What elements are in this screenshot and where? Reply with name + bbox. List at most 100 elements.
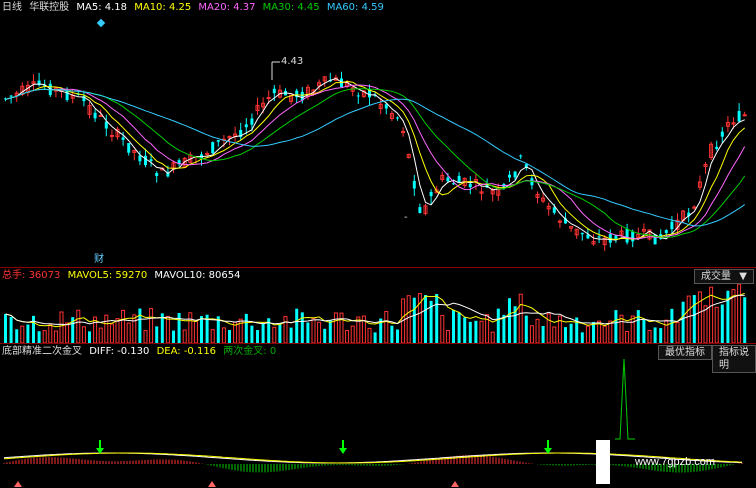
- volume-bar: [614, 310, 618, 343]
- volume-bar: [20, 325, 25, 344]
- volume-bar: [535, 318, 540, 344]
- volume-bar: [541, 326, 545, 343]
- ma10-label: MA10:: [134, 2, 166, 13]
- volume-bar: [88, 331, 91, 343]
- candle-body: [631, 231, 635, 242]
- candle-body: [9, 95, 13, 97]
- candle-body: [446, 177, 450, 182]
- volume-bar: [384, 310, 389, 344]
- volume-bar: [435, 294, 439, 343]
- volume-bar: [200, 316, 203, 343]
- candle-body: [412, 180, 416, 189]
- volume-bar: [642, 319, 646, 343]
- period-label[interactable]: 日线: [2, 2, 22, 13]
- volume-bar: [630, 315, 635, 344]
- volume-bar: [518, 293, 523, 344]
- volume-bar: [76, 309, 81, 344]
- stock-name: 华联控股: [29, 2, 70, 13]
- indicator-help-button[interactable]: 指标说明: [712, 345, 756, 373]
- volume-bar: [121, 309, 126, 344]
- ma30-legend: MA30: 4.45: [263, 2, 320, 13]
- volume-bar: [65, 322, 70, 344]
- volume-bar: [15, 329, 19, 343]
- mavol5-legend: MAVOL5: 59270: [68, 270, 148, 281]
- volume-bar: [452, 309, 455, 343]
- candlestick-chart[interactable]: [0, 0, 756, 267]
- ma20-legend: MA20: 4.37: [198, 2, 255, 13]
- volume-bar: [479, 320, 484, 344]
- candle-body: [149, 159, 153, 162]
- sell-marker-icon: [451, 481, 459, 487]
- volume-bar: [32, 315, 35, 343]
- volume-bar: [424, 295, 427, 343]
- candle-body: [742, 114, 747, 117]
- cross-value: 0: [269, 346, 277, 357]
- volume-bar: [53, 330, 58, 344]
- finance-marker[interactable]: 财: [94, 250, 104, 265]
- price-panel[interactable]: 日线 华联控股 MA5: 4.18 MA10: 4.25 MA20: 4.37 …: [0, 0, 756, 267]
- volume-panel[interactable]: 总手: 36073 MAVOL5: 59270 MAVOL10: 80654 成…: [0, 267, 756, 344]
- candle-body: [580, 232, 584, 235]
- volume-bar: [172, 330, 175, 343]
- mavol10-label: MAVOL10:: [154, 270, 206, 281]
- mavol5-label: MAVOL5:: [67, 270, 113, 281]
- candle-body: [720, 131, 724, 137]
- volume-bar: [9, 316, 13, 343]
- volume-bar: [636, 310, 640, 343]
- volume-bar: [703, 305, 708, 344]
- candle-body: [429, 191, 433, 197]
- volume-bar: [569, 323, 573, 343]
- volume-bar: [675, 322, 680, 344]
- ma-line: [5, 88, 745, 227]
- volume-bar: [155, 326, 159, 343]
- candle-body: [664, 230, 668, 234]
- volume-bar: [317, 321, 322, 344]
- volume-bar: [524, 315, 528, 343]
- candle-body: [144, 155, 147, 166]
- candle-body: [625, 228, 629, 243]
- dea-legend: DEA: -0.116: [157, 346, 217, 357]
- volume-bar: [143, 330, 148, 344]
- volume-bar: [126, 322, 131, 344]
- ma5-value: 4.18: [104, 2, 128, 13]
- volume-bar: [608, 320, 613, 344]
- volume-bar: [115, 318, 120, 344]
- volume-bar: [396, 329, 399, 343]
- volume-bar: [529, 325, 534, 344]
- volume-bar: [188, 312, 193, 344]
- volume-bar: [367, 327, 372, 344]
- volume-bar: [295, 308, 299, 343]
- ma-line: [5, 80, 746, 241]
- indicator-header: 底部精准二次金叉 DIFF: -0.130 DEA: -0.116 两次金叉: …: [2, 346, 280, 358]
- volume-bar: [26, 324, 30, 343]
- diff-label: DIFF:: [89, 346, 114, 357]
- volume-bar: [272, 326, 277, 344]
- ma60-value: 4.59: [361, 2, 384, 13]
- ma10-value: 4.25: [168, 2, 192, 13]
- candle-body: [127, 143, 131, 153]
- ma20-label: MA20:: [198, 2, 230, 13]
- best-indicator-button[interactable]: 最优指标: [658, 345, 712, 360]
- volume-bar: [737, 283, 742, 344]
- volume-bar: [720, 304, 724, 343]
- mavol5-value: 59270: [115, 270, 148, 281]
- ma10-legend: MA10: 4.25: [134, 2, 191, 13]
- candle-body: [250, 118, 254, 125]
- volume-bar: [37, 331, 41, 343]
- candle-body: [737, 111, 741, 122]
- volume-bar: [81, 326, 86, 344]
- volume-bar: [345, 330, 350, 344]
- volume-bar: [228, 330, 231, 343]
- volume-bar: [714, 306, 719, 344]
- volume-bar: [177, 313, 181, 343]
- candle-body: [614, 235, 618, 240]
- volume-bar: [743, 297, 747, 343]
- candle-body: [121, 137, 125, 140]
- candle-body: [93, 112, 97, 119]
- volume-bar: [278, 324, 282, 343]
- volume-selector[interactable]: 成交量 ▼: [694, 269, 754, 284]
- volume-bar: [552, 326, 557, 344]
- volume-bar: [496, 308, 500, 343]
- price-header: 日线 华联控股 MA5: 4.18 MA10: 4.25 MA20: 4.37 …: [2, 2, 388, 14]
- mavol10-value: 80654: [208, 270, 241, 281]
